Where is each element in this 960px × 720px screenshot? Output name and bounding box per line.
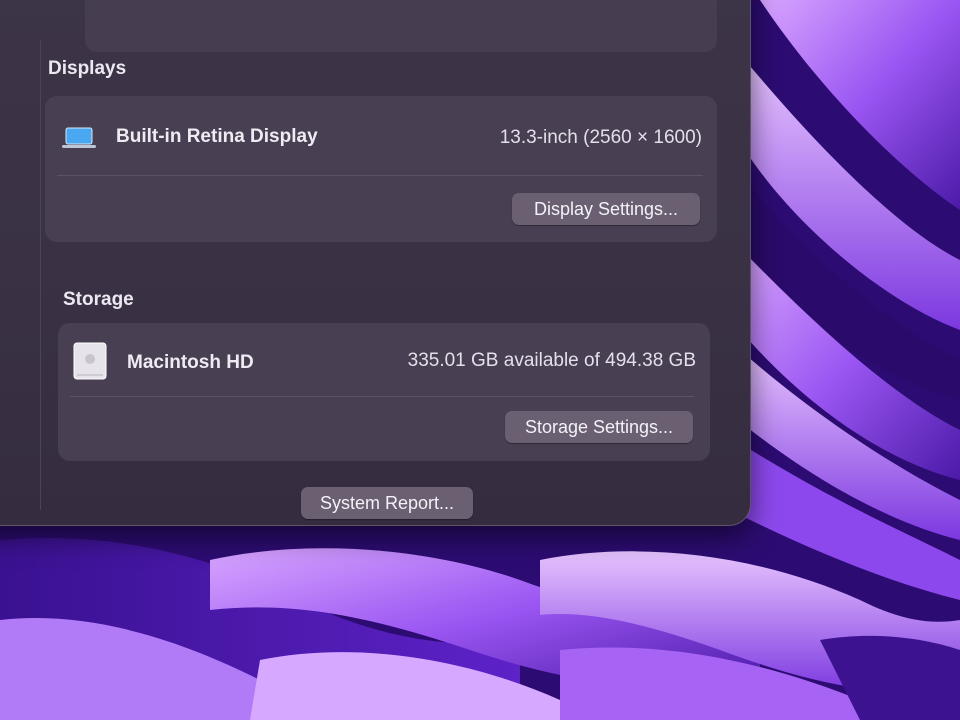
storage-section-title: Storage — [63, 289, 134, 310]
volume-name: Macintosh HD — [127, 352, 254, 373]
screen: Displays Built-in Retina Display 13.3-in… — [0, 0, 960, 720]
laptop-icon — [62, 127, 96, 148]
displays-divider — [57, 175, 703, 176]
hard-drive-icon — [73, 342, 107, 380]
display-name: Built-in Retina Display — [116, 126, 318, 147]
displays-section-title: Displays — [48, 58, 127, 79]
previous-section-card — [85, 0, 717, 52]
display-settings-button[interactable]: Display Settings... — [512, 193, 700, 225]
sidebar-edge — [40, 40, 41, 510]
display-spec: 13.3-inch (2560 × 1600) — [499, 127, 702, 148]
system-report-button[interactable]: System Report... — [301, 487, 473, 519]
storage-capacity: 335.01 GB available of 494.38 GB — [407, 350, 696, 371]
storage-divider — [70, 396, 694, 397]
storage-settings-button[interactable]: Storage Settings... — [505, 411, 693, 443]
